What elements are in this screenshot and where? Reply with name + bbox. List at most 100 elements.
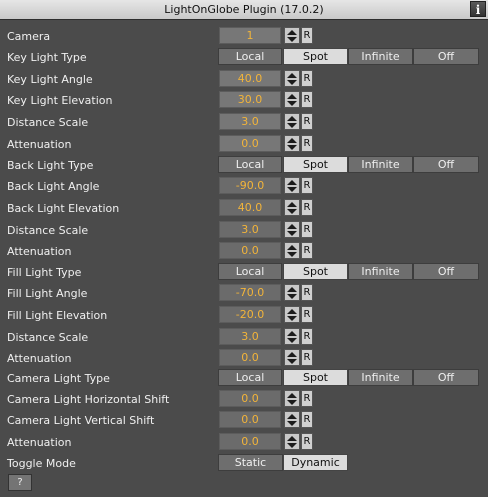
light-type-option-spot[interactable]: Spot — [283, 369, 348, 386]
reset-button[interactable]: R — [301, 284, 313, 301]
light-type-option-infinite[interactable]: Infinite — [348, 156, 413, 173]
arrow-down-icon[interactable] — [287, 37, 297, 42]
reset-button[interactable]: R — [301, 242, 313, 259]
light-type-option-off[interactable]: Off — [413, 48, 479, 65]
attenuation-field[interactable]: 0.0 — [219, 242, 281, 259]
light-type-option-off[interactable]: Off — [413, 263, 479, 280]
arrow-down-icon[interactable] — [287, 443, 297, 448]
light-type-option-local[interactable]: Local — [218, 369, 282, 386]
reset-button[interactable]: R — [301, 349, 313, 366]
stepper-arrows-icon[interactable] — [284, 349, 300, 366]
arrow-up-icon[interactable] — [287, 245, 297, 250]
stepper-arrows-icon[interactable] — [284, 135, 300, 152]
arrow-down-icon[interactable] — [287, 123, 297, 128]
reset-button[interactable]: R — [301, 135, 313, 152]
reset-button[interactable]: R — [301, 433, 313, 450]
stepper-arrows-icon[interactable] — [284, 221, 300, 238]
arrow-down-icon[interactable] — [287, 145, 297, 150]
light-type-option-spot[interactable]: Spot — [283, 156, 348, 173]
reset-button[interactable]: R — [301, 70, 313, 87]
light-type-option-off[interactable]: Off — [413, 369, 479, 386]
help-button[interactable]: ? — [8, 474, 32, 491]
stepper-arrows-icon[interactable] — [284, 328, 300, 345]
arrow-down-icon[interactable] — [287, 359, 297, 364]
arrow-down-icon[interactable] — [287, 252, 297, 257]
arrow-up-icon[interactable] — [287, 309, 297, 314]
stepper-arrows-icon[interactable] — [284, 433, 300, 450]
arrow-down-icon[interactable] — [287, 400, 297, 405]
back-light-angle-field[interactable]: -90.0 — [219, 177, 281, 194]
light-type-option-infinite[interactable]: Infinite — [348, 48, 413, 65]
arrow-down-icon[interactable] — [287, 316, 297, 321]
stepper-arrows-icon[interactable] — [284, 91, 300, 108]
arrow-up-icon[interactable] — [287, 30, 297, 35]
light-type-option-spot[interactable]: Spot — [283, 263, 348, 280]
reset-button[interactable]: R — [301, 390, 313, 407]
camera-light-vertical-shift-field[interactable]: 0.0 — [219, 411, 281, 428]
arrow-up-icon[interactable] — [287, 202, 297, 207]
arrow-down-icon[interactable] — [287, 294, 297, 299]
info-button[interactable]: i — [470, 1, 486, 17]
arrow-down-icon[interactable] — [287, 187, 297, 192]
light-type-option-infinite[interactable]: Infinite — [348, 263, 413, 280]
light-type-option-local[interactable]: Local — [218, 48, 282, 65]
light-type-option-local[interactable]: Local — [218, 156, 282, 173]
arrow-up-icon[interactable] — [287, 73, 297, 78]
toggle-mode-dynamic[interactable]: Dynamic — [283, 454, 348, 471]
toggle-mode-static[interactable]: Static — [218, 454, 283, 471]
stepper-arrows-icon[interactable] — [284, 242, 300, 259]
stepper-arrows-icon[interactable] — [284, 113, 300, 130]
stepper-arrows-icon[interactable] — [284, 390, 300, 407]
stepper-arrows-icon[interactable] — [284, 27, 300, 44]
arrow-down-icon[interactable] — [287, 421, 297, 426]
arrow-down-icon[interactable] — [287, 101, 297, 106]
reset-button[interactable]: R — [301, 27, 313, 44]
arrow-down-icon[interactable] — [287, 338, 297, 343]
arrow-up-icon[interactable] — [287, 436, 297, 441]
back-light-elevation-field[interactable]: 40.0 — [219, 199, 281, 216]
fill-light-angle-field[interactable]: -70.0 — [219, 284, 281, 301]
camera-field[interactable]: 1 — [219, 27, 281, 44]
reset-button[interactable]: R — [301, 411, 313, 428]
arrow-up-icon[interactable] — [287, 352, 297, 357]
arrow-up-icon[interactable] — [287, 393, 297, 398]
attenuation-field[interactable]: 0.0 — [219, 135, 281, 152]
reset-button[interactable]: R — [301, 177, 313, 194]
attenuation-field[interactable]: 0.0 — [219, 349, 281, 366]
stepper-arrows-icon[interactable] — [284, 284, 300, 301]
arrow-up-icon[interactable] — [287, 138, 297, 143]
arrow-up-icon[interactable] — [287, 94, 297, 99]
stepper-arrows-icon[interactable] — [284, 177, 300, 194]
attenuation-field[interactable]: 0.0 — [219, 433, 281, 450]
reset-button[interactable]: R — [301, 199, 313, 216]
arrow-up-icon[interactable] — [287, 331, 297, 336]
arrow-down-icon[interactable] — [287, 231, 297, 236]
camera-light-horizontal-shift-field[interactable]: 0.0 — [219, 390, 281, 407]
stepper-arrows-icon[interactable] — [284, 306, 300, 323]
arrow-up-icon[interactable] — [287, 180, 297, 185]
reset-button[interactable]: R — [301, 91, 313, 108]
fill-light-elevation-field[interactable]: -20.0 — [219, 306, 281, 323]
arrow-up-icon[interactable] — [287, 116, 297, 121]
key-light-angle-field[interactable]: 40.0 — [219, 70, 281, 87]
stepper-arrows-icon[interactable] — [284, 199, 300, 216]
arrow-down-icon[interactable] — [287, 80, 297, 85]
stepper-arrows-icon[interactable] — [284, 70, 300, 87]
light-type-option-off[interactable]: Off — [413, 156, 479, 173]
stepper-arrows-icon[interactable] — [284, 411, 300, 428]
distance-scale-field[interactable]: 3.0 — [219, 113, 281, 130]
arrow-up-icon[interactable] — [287, 224, 297, 229]
distance-scale-field[interactable]: 3.0 — [219, 221, 281, 238]
reset-button[interactable]: R — [301, 306, 313, 323]
arrow-up-icon[interactable] — [287, 414, 297, 419]
light-type-option-spot[interactable]: Spot — [283, 48, 348, 65]
arrow-up-icon[interactable] — [287, 287, 297, 292]
reset-button[interactable]: R — [301, 328, 313, 345]
key-light-elevation-field[interactable]: 30.0 — [219, 91, 281, 108]
distance-scale-field[interactable]: 3.0 — [219, 328, 281, 345]
reset-button[interactable]: R — [301, 113, 313, 130]
light-type-option-local[interactable]: Local — [218, 263, 282, 280]
light-type-option-infinite[interactable]: Infinite — [348, 369, 413, 386]
reset-button[interactable]: R — [301, 221, 313, 238]
arrow-down-icon[interactable] — [287, 209, 297, 214]
